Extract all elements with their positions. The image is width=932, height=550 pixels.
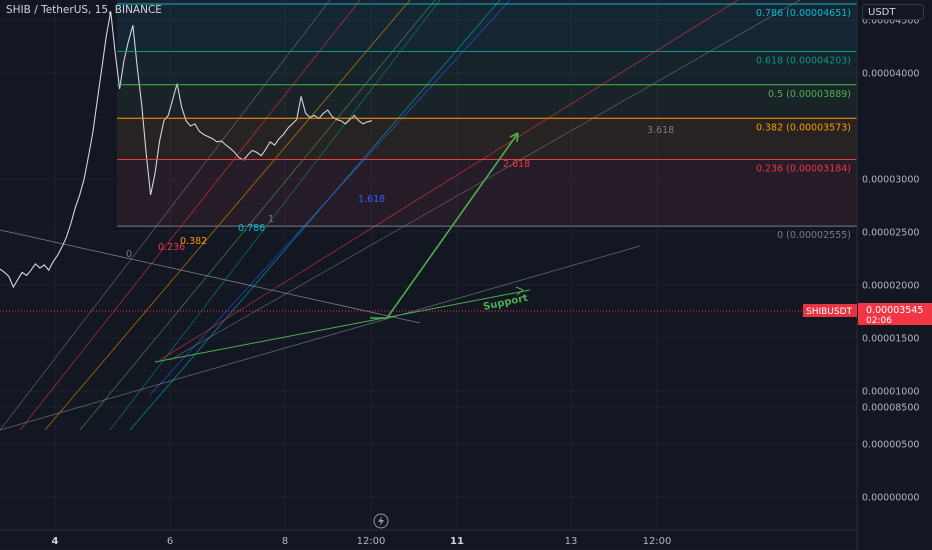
x-tick-label: 6 [167, 536, 173, 547]
fib-level-label-0.5: 0.5 (0.00003889) [768, 89, 851, 100]
y-tick-label: 0.00000000 [862, 493, 919, 504]
fib-zone [117, 118, 857, 160]
x-tick-label: 4 [52, 536, 59, 547]
support-label: Support [482, 293, 529, 313]
fib-retracement-zones [117, 0, 857, 227]
fib-level-label-0.618: 0.618 (0.00004203) [756, 55, 851, 66]
fan-label: 0 [126, 249, 132, 260]
fan-label: 1.618 [358, 194, 385, 205]
fib-level-label-0.382: 0.382 (0.00003573) [756, 122, 851, 133]
y-tick-label: 0.00004000 [862, 69, 919, 80]
y-tick-label: 0.00008500 [862, 402, 919, 413]
currency-button[interactable]: USDT [862, 4, 924, 20]
fan-label: 3.618 [647, 125, 674, 136]
fib-zone [117, 3, 857, 52]
fan-label: 0.382 [180, 236, 207, 247]
fan-label: 2.618 [503, 159, 530, 170]
y-tick-label: 0.00002000 [862, 281, 919, 292]
y-tick-label: 0.00001000 [862, 387, 919, 398]
y-tick-label: 0.00002500 [862, 228, 919, 239]
x-tick-label: 12:00 [357, 536, 386, 547]
chart-canvas[interactable]: 0 (0.00002555) 0.236 (0.00003184) 0.382 (0… [0, 0, 932, 550]
y-tick-label: 0.00003000 [862, 175, 919, 186]
fan-label: 0.786 [238, 223, 265, 234]
fib-zone [117, 51, 857, 85]
y-tick-label: 0.00001500 [862, 334, 919, 345]
fib-zone [117, 159, 857, 227]
price-tag-value: 0.00003545 [866, 305, 923, 316]
support-trend-line [154, 289, 531, 363]
fib-level-label-0.236: 0.236 (0.00003184) [756, 163, 851, 174]
price-tag-countdown: 02:06 [866, 316, 892, 326]
x-tick-label: 8 [282, 536, 288, 547]
fib-level-label-0.786: 0.786 (0.00004651) [756, 8, 851, 19]
x-tick-label: 12:00 [643, 536, 672, 547]
x-tick-label: 13 [565, 536, 578, 547]
fib-zone [117, 0, 857, 4]
x-tick-label: 11 [450, 536, 464, 547]
fib-level-label-0: 0 (0.00002555) [777, 230, 851, 241]
fan-label: 1 [268, 214, 274, 225]
fib-zone [117, 84, 857, 119]
chart-title: SHIB / TetherUS, 15, BINANCE [6, 4, 162, 16]
symbol-tag-text: SHIBUSDT [806, 307, 853, 317]
y-tick-label: 0.00000500 [862, 440, 919, 451]
